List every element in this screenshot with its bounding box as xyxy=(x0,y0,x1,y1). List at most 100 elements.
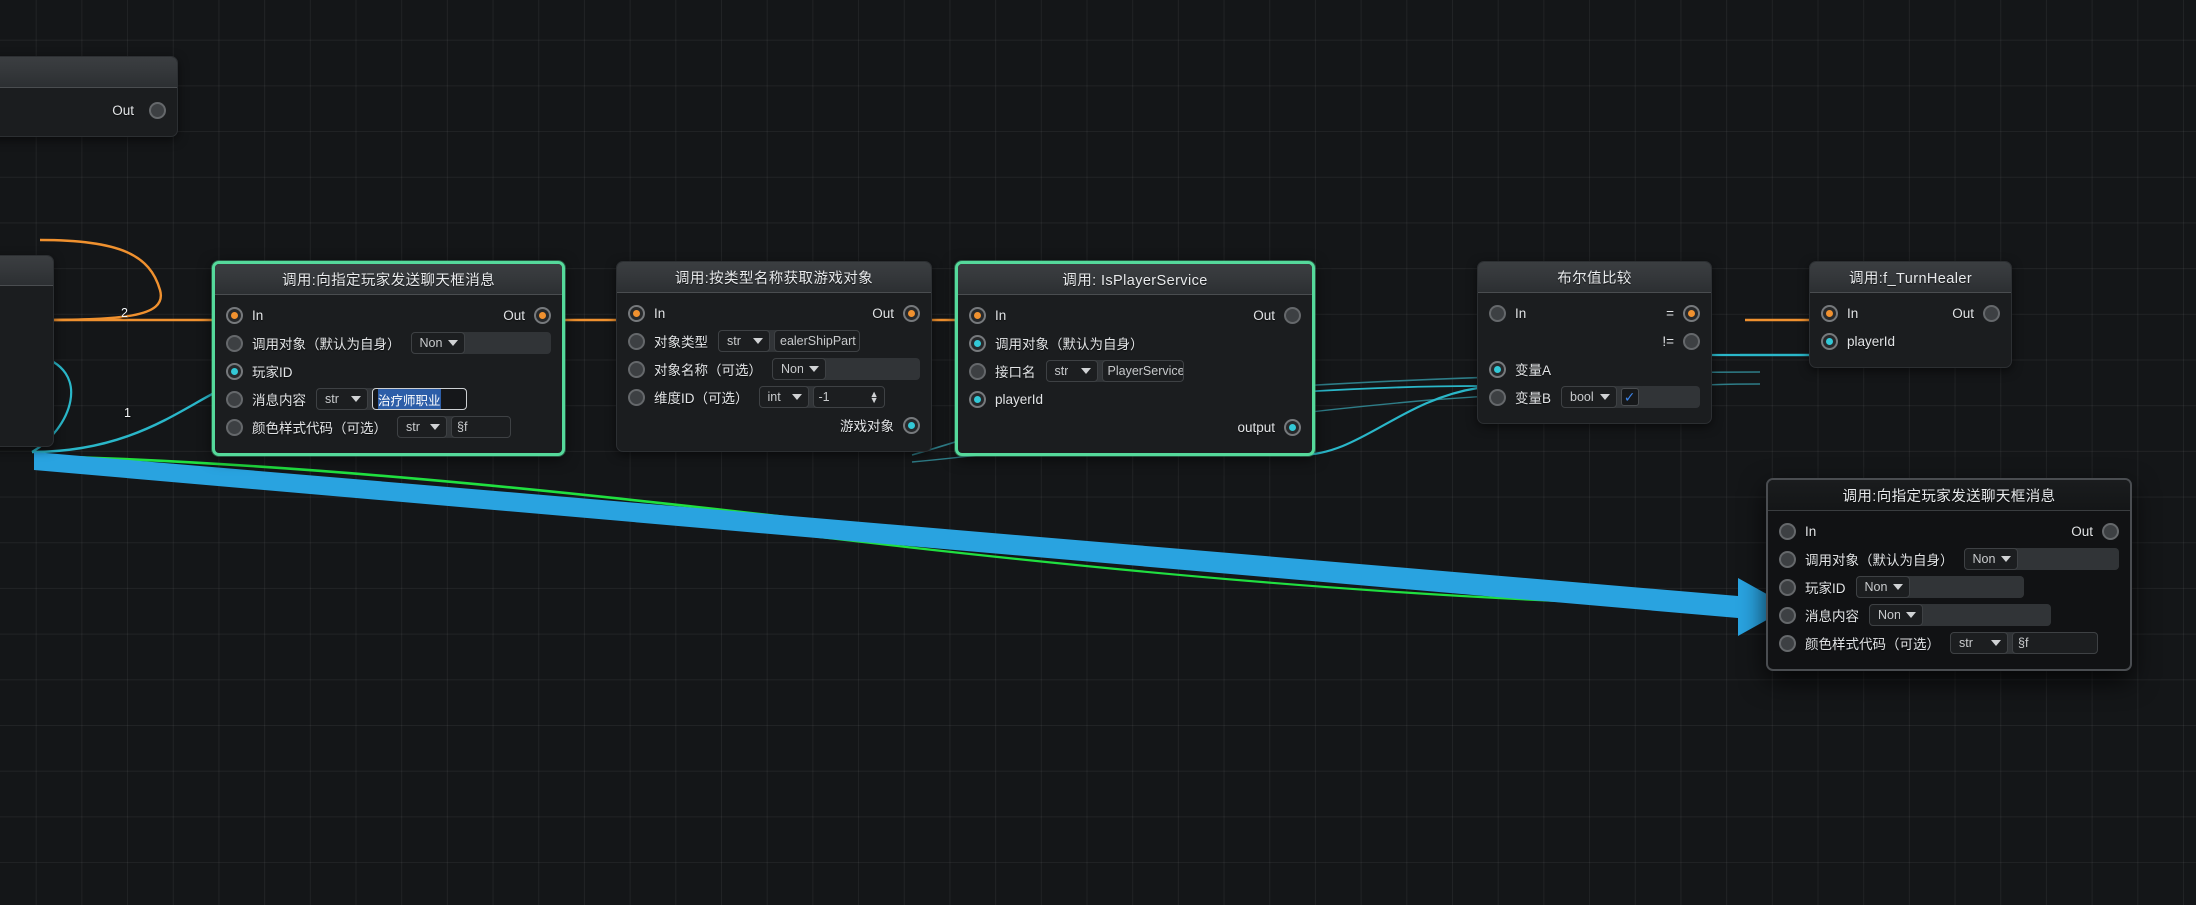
chevron-down-icon xyxy=(753,338,763,344)
data-pin[interactable] xyxy=(1779,634,1796,652)
node-body: In Out 调用对象（默认为自身） 接口名 str PlayerService… xyxy=(958,295,1312,453)
node-bool-compare[interactable]: 布尔值比较 In = != 变量A 变量B bool ✓ xyxy=(1477,261,1712,424)
node-row: 消息内容 str 治疗师职业 xyxy=(215,387,562,411)
data-pin-playerid[interactable] xyxy=(969,390,986,408)
spin-value: -1 xyxy=(818,390,830,404)
value-widget: bool ✓ xyxy=(1561,386,1700,408)
widget-filler xyxy=(1638,386,1700,408)
exec-out-pin[interactable] xyxy=(1284,306,1301,324)
dimension-id-stepper[interactable]: -1 ▲ ▼ xyxy=(812,386,885,408)
exec-out-pin[interactable] xyxy=(903,304,920,322)
playerid-combo[interactable]: None xyxy=(1855,576,1910,598)
data-pin-a[interactable] xyxy=(1489,360,1506,378)
node-body: In Out playerId xyxy=(1810,293,2011,367)
message-text-input[interactable]: 治疗师职业 xyxy=(372,388,467,410)
combo-value: int xyxy=(767,390,781,404)
node-row: 变量B bool ✓ xyxy=(1478,385,1711,409)
exec-out-pin[interactable] xyxy=(1983,304,2000,322)
node-body: In Out 对象类型 str ealerShipPart 对象名称（可选） N… xyxy=(617,293,931,451)
value-widget: str 治疗师职业 xyxy=(316,388,467,410)
exec-in-pin[interactable] xyxy=(1779,522,1796,540)
combo-value: None xyxy=(1864,580,1887,594)
pin-label: Out xyxy=(2071,523,2093,539)
data-pin-playerid[interactable] xyxy=(1821,332,1838,350)
text-value: §f xyxy=(457,420,468,434)
exec-out-pin[interactable] xyxy=(534,306,551,324)
value-widget: int -1 ▲ ▼ xyxy=(758,386,885,408)
type-combo[interactable]: bool xyxy=(1561,386,1617,408)
node-row-exec: In Out xyxy=(617,301,931,325)
pin-label: 对象名称（可选） xyxy=(654,363,762,378)
pin-label: 变量B xyxy=(1515,391,1552,406)
node-partial-top[interactable]: ] Out xyxy=(0,56,178,137)
data-pin-playerid[interactable] xyxy=(226,362,243,380)
text-value: PlayerService xyxy=(1107,364,1184,378)
exec-out-pin[interactable] xyxy=(149,101,166,119)
chevron-down-icon xyxy=(1080,368,1091,374)
combo-value: None xyxy=(1878,608,1900,622)
type-combo[interactable]: str xyxy=(1045,360,1098,382)
type-combo[interactable]: str xyxy=(718,330,770,352)
operator-equal-label: = xyxy=(1666,305,1674,321)
bool-checkbox[interactable]: ✓ xyxy=(1620,388,1639,406)
node-send-chat-message[interactable]: 调用:向指定玩家发送聊天框消息 In Out 调用对象（默认为自身） None xyxy=(212,261,565,456)
object-combo[interactable]: None xyxy=(1963,548,2018,570)
exec-out-pin[interactable] xyxy=(2102,522,2119,540)
node-row: 变量A xyxy=(1478,357,1711,381)
node-row-exec: != xyxy=(1478,329,1711,353)
node-isplayerservice[interactable]: 调用: IsPlayerService In Out 调用对象（默认为自身） 接… xyxy=(955,261,1315,456)
node-row-exec: In Out xyxy=(1810,301,2011,325)
chevron-down-icon xyxy=(430,424,440,430)
type-combo[interactable]: str xyxy=(397,416,447,438)
combo-value: None xyxy=(419,336,442,350)
data-pin[interactable] xyxy=(628,360,645,378)
pin-label: Out xyxy=(112,102,134,118)
data-pin[interactable] xyxy=(969,334,986,352)
data-out-pin[interactable] xyxy=(1284,418,1301,436)
type-combo[interactable]: str xyxy=(316,388,368,410)
node-body: 体 成 引 值 xyxy=(0,286,53,446)
pin-label: 消息内容 xyxy=(252,393,306,408)
data-pin[interactable] xyxy=(226,334,243,352)
exec-out-pin-equal[interactable] xyxy=(1683,304,1700,322)
graph-canvas[interactable]: 2 1 ] Out 项 体 成 引 xyxy=(0,0,2196,905)
message-combo[interactable]: None xyxy=(1869,604,1923,626)
data-pin[interactable] xyxy=(628,332,645,350)
data-out-pin[interactable] xyxy=(903,416,920,434)
node-get-gameobject-by-type[interactable]: 调用:按类型名称获取游戏对象 In Out 对象类型 str ealerShip… xyxy=(616,261,932,452)
data-pin[interactable] xyxy=(226,418,243,436)
combo-value: str xyxy=(325,392,339,406)
exec-in-pin[interactable] xyxy=(628,304,645,322)
node-f-turnhealer[interactable]: 调用:f_TurnHealer In Out playerId xyxy=(1809,261,2012,368)
object-type-input[interactable]: ealerShipPart xyxy=(774,330,860,352)
value-widget: None xyxy=(1869,604,2051,626)
type-combo[interactable]: int xyxy=(758,386,809,408)
chevron-down-icon xyxy=(809,366,819,372)
wire-label: 2 xyxy=(121,306,128,320)
node-title: 调用:f_TurnHealer xyxy=(1810,262,2011,293)
node-row: playerId xyxy=(958,387,1312,411)
type-combo[interactable]: str xyxy=(1950,632,2008,654)
exec-in-pin[interactable] xyxy=(226,306,243,324)
chevron-down-icon xyxy=(1991,640,2001,646)
stepper-arrows-icon[interactable]: ▲ ▼ xyxy=(870,390,879,405)
exec-in-pin[interactable] xyxy=(1821,304,1838,322)
exec-in-pin[interactable] xyxy=(969,306,986,324)
exec-in-pin[interactable] xyxy=(1489,304,1506,322)
data-pin-playerid[interactable] xyxy=(1779,578,1796,596)
data-pin[interactable] xyxy=(1779,606,1796,624)
node-floating-send-chat-message[interactable]: 调用:向指定玩家发送聊天框消息 In Out 调用对象（默认为自身） None xyxy=(1766,478,2132,671)
color-code-input[interactable]: §f xyxy=(2012,632,2098,654)
exec-out-pin-notequal[interactable] xyxy=(1683,332,1700,350)
color-code-input[interactable]: §f xyxy=(451,416,511,438)
data-pin-b[interactable] xyxy=(1489,388,1506,406)
object-name-combo[interactable]: None xyxy=(772,358,826,380)
object-combo[interactable]: None xyxy=(410,332,465,354)
chevron-down-icon xyxy=(1892,584,1903,590)
data-pin[interactable] xyxy=(226,390,243,408)
data-pin[interactable] xyxy=(628,388,645,406)
data-pin[interactable] xyxy=(969,362,986,380)
node-partial-left[interactable]: 项 体 成 引 值 xyxy=(0,255,54,447)
interface-name-input[interactable]: PlayerService xyxy=(1101,360,1184,382)
data-pin[interactable] xyxy=(1779,550,1796,568)
